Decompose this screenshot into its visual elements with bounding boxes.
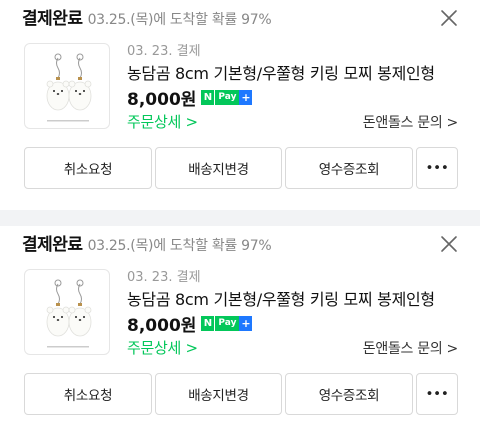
more-options-button[interactable]: •••: [416, 147, 458, 189]
cancel-request-button[interactable]: 취소요청: [24, 147, 152, 189]
order-status: 결제완료: [22, 9, 83, 29]
order-status-line: 결제완료 03.25.(목)에 도착할 확률 97%: [22, 234, 272, 256]
payment-date: 03. 23. 결제: [127, 44, 201, 59]
product-name[interactable]: 농담곰 8cm 기본형/우쭐형 키링 모찌 봉제인형: [127, 60, 452, 84]
cancel-request-button[interactable]: 취소요청: [24, 373, 152, 415]
section-divider: [0, 210, 480, 226]
order-status-line: 결제완료 03.25.(목)에 도착할 확률 97%: [22, 8, 272, 30]
price: 8,000원: [127, 89, 197, 110]
arrival-estimate: 03.25.(목)에 도착할 확률 97%: [87, 238, 272, 254]
close-icon[interactable]: [440, 235, 458, 253]
order-card: 결제완료 03.25.(목)에 도착할 확률 97% 03. 23. 결제 농담…: [0, 226, 480, 437]
receipt-view-button[interactable]: 영수증조회: [285, 147, 413, 189]
product-name[interactable]: 농담곰 8cm 기본형/우쭐형 키링 모찌 봉제인형: [127, 286, 452, 310]
price-row: 8,000원 N Pay +: [127, 86, 253, 110]
naverpay-n-icon: N: [201, 315, 215, 331]
product-thumbnail[interactable]: [24, 43, 110, 129]
change-address-button[interactable]: 배송지변경: [155, 147, 282, 189]
more-options-button[interactable]: •••: [416, 373, 458, 415]
order-detail-link[interactable]: 주문상세 >: [127, 111, 198, 132]
order-card: 결제완료 03.25.(목)에 도착할 확률 97% 03. 23. 결제 농담…: [0, 0, 480, 210]
naverpay-label: Pay: [214, 89, 240, 105]
arrival-estimate: 03.25.(목)에 도착할 확률 97%: [87, 12, 272, 28]
naverpay-label: Pay: [214, 315, 240, 331]
payment-date: 03. 23. 결제: [127, 270, 201, 285]
change-address-button[interactable]: 배송지변경: [155, 373, 282, 415]
receipt-view-button[interactable]: 영수증조회: [285, 373, 413, 415]
seller-inquiry-link[interactable]: 돈앤돌스 문의 >: [363, 338, 459, 358]
seller-inquiry-link[interactable]: 돈앤돌스 문의 >: [363, 112, 459, 132]
naverpay-plus-badge: N Pay +: [201, 315, 253, 331]
close-icon[interactable]: [440, 9, 458, 27]
naverpay-plus-badge: N Pay +: [201, 89, 253, 105]
plus-icon: +: [239, 315, 253, 331]
order-detail-link[interactable]: 주문상세 >: [127, 337, 198, 358]
order-status: 결제완료: [22, 235, 83, 255]
naverpay-n-icon: N: [201, 89, 215, 105]
price-row: 8,000원 N Pay +: [127, 312, 253, 336]
product-thumbnail[interactable]: [24, 269, 110, 355]
price: 8,000원: [127, 315, 197, 336]
plus-icon: +: [239, 89, 253, 105]
